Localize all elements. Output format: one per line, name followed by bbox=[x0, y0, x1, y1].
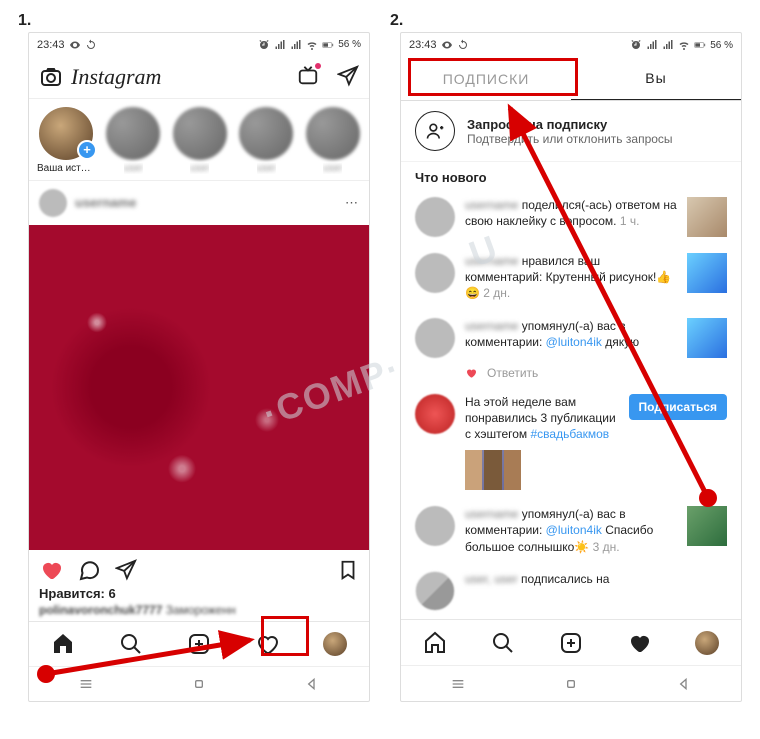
post-thumbnail[interactable] bbox=[687, 197, 727, 237]
story-item[interactable]: user bbox=[305, 107, 362, 173]
follow-requests-subtitle: Подтвердить или отклонить запросы bbox=[467, 132, 673, 146]
signal-icon bbox=[274, 39, 286, 51]
post-thumbnail[interactable] bbox=[687, 318, 727, 358]
follow-requests-row[interactable]: Запросы на подписку Подтвердить или откл… bbox=[401, 101, 741, 162]
wifi-icon bbox=[678, 39, 690, 51]
phone-feed: 23:43 56 % Instagram bbox=[28, 32, 370, 702]
user-avatar[interactable] bbox=[415, 506, 455, 546]
alarm-icon bbox=[630, 39, 642, 51]
post-author-name[interactable]: username bbox=[75, 195, 136, 210]
tab-you[interactable]: Вы bbox=[571, 57, 741, 100]
android-nav-bar bbox=[401, 665, 741, 701]
story-your-story[interactable]: Ваша истор... bbox=[37, 107, 95, 173]
bottom-nav bbox=[401, 619, 741, 665]
app-header: Instagram bbox=[29, 56, 369, 99]
user-avatar[interactable] bbox=[415, 197, 455, 237]
direct-icon[interactable] bbox=[337, 65, 359, 90]
nav-search-icon[interactable] bbox=[490, 630, 516, 656]
nav-add-icon[interactable] bbox=[558, 630, 584, 656]
android-menu-icon[interactable] bbox=[450, 676, 466, 692]
post-thumbnail-row[interactable] bbox=[465, 450, 521, 490]
share-icon[interactable] bbox=[115, 559, 137, 581]
post-author-avatar[interactable] bbox=[39, 189, 67, 217]
activity-item[interactable]: username упомянул(-а) вас в комментарии:… bbox=[401, 310, 741, 366]
add-user-icon bbox=[415, 111, 455, 151]
post-likes-count[interactable]: Нравится: 6 bbox=[29, 584, 369, 603]
post-header[interactable]: username ⋯ bbox=[29, 180, 369, 225]
signal-icon bbox=[646, 39, 658, 51]
post-actions bbox=[29, 550, 369, 584]
follow-requests-title: Запросы на подписку bbox=[467, 117, 673, 132]
post-thumbnail[interactable] bbox=[687, 506, 727, 546]
reply-label[interactable]: Ответить bbox=[487, 366, 538, 380]
nav-add-icon[interactable] bbox=[186, 631, 212, 657]
sync-icon bbox=[457, 39, 469, 51]
nav-profile-icon[interactable] bbox=[694, 630, 720, 656]
status-battery: 56 % bbox=[338, 39, 361, 50]
wifi-icon bbox=[306, 39, 318, 51]
igtv-icon[interactable] bbox=[297, 65, 319, 90]
step-label-2: 2. bbox=[390, 12, 403, 30]
status-battery: 56 % bbox=[710, 40, 733, 51]
status-time: 23:43 bbox=[409, 39, 437, 51]
activity-item[interactable]: username поделился(-ась) ответом на свою… bbox=[401, 189, 741, 245]
battery-icon bbox=[694, 39, 706, 51]
status-bar: 23:43 56 % bbox=[401, 33, 741, 57]
story-item[interactable]: user bbox=[105, 107, 162, 173]
comment-icon[interactable] bbox=[77, 558, 101, 582]
nav-search-icon[interactable] bbox=[118, 631, 144, 657]
status-time: 23:43 bbox=[37, 39, 65, 51]
bottom-nav bbox=[29, 621, 369, 666]
activity-item[interactable]: user, user подписались на bbox=[401, 563, 741, 619]
signal2-icon bbox=[290, 39, 302, 51]
camera-icon[interactable] bbox=[39, 65, 63, 89]
user-avatar[interactable] bbox=[415, 318, 455, 358]
sync-icon bbox=[85, 39, 97, 51]
android-back-icon[interactable] bbox=[676, 676, 692, 692]
activity-tabs: ПОДПИСКИ Вы bbox=[401, 57, 741, 101]
post-caption: polinavoronchuk7777 Замороженн bbox=[29, 603, 369, 621]
like-icon[interactable] bbox=[39, 558, 63, 582]
tab-following[interactable]: ПОДПИСКИ bbox=[401, 57, 571, 100]
android-back-icon[interactable] bbox=[304, 676, 320, 692]
nav-home-icon[interactable] bbox=[50, 631, 76, 657]
nav-activity-icon[interactable] bbox=[626, 630, 652, 656]
phone-activity: 23:43 56 % ПОДПИСКИ Вы Запросы на подпис… bbox=[400, 32, 742, 702]
activity-item[interactable]: username упомянул(-а) вас в комментарии:… bbox=[401, 498, 741, 563]
android-home-icon[interactable] bbox=[191, 676, 207, 692]
hashtag-avatar bbox=[415, 394, 455, 434]
android-home-icon[interactable] bbox=[563, 676, 579, 692]
android-nav-bar bbox=[29, 666, 369, 701]
status-bar: 23:43 56 % bbox=[29, 33, 369, 56]
section-whats-new: Что нового bbox=[401, 162, 741, 189]
post-thumbnail[interactable] bbox=[687, 253, 727, 293]
user-avatar[interactable] bbox=[415, 253, 455, 293]
app-logo: Instagram bbox=[71, 64, 161, 90]
story-item[interactable]: user bbox=[238, 107, 295, 173]
post-image[interactable] bbox=[29, 225, 369, 550]
story-your-label: Ваша истор... bbox=[37, 163, 95, 174]
nav-profile-icon[interactable] bbox=[322, 631, 348, 657]
suggestion-thumbs bbox=[401, 450, 741, 498]
eye-icon bbox=[69, 39, 81, 51]
eye-icon bbox=[441, 39, 453, 51]
nav-activity-icon[interactable] bbox=[254, 631, 280, 657]
nav-home-icon[interactable] bbox=[422, 630, 448, 656]
battery-icon bbox=[322, 39, 334, 51]
alarm-icon bbox=[258, 39, 270, 51]
signal2-icon bbox=[662, 39, 674, 51]
follow-button[interactable]: Подписаться bbox=[629, 394, 727, 420]
stories-row[interactable]: Ваша истор... user user user user bbox=[29, 99, 369, 179]
activity-item[interactable]: username нравился ваш комментарий: Круте… bbox=[401, 245, 741, 310]
activity-reply-row[interactable]: Ответить bbox=[401, 366, 741, 386]
story-item[interactable]: user bbox=[172, 107, 229, 173]
android-menu-icon[interactable] bbox=[78, 676, 94, 692]
user-avatar-stack[interactable] bbox=[415, 571, 455, 611]
post-more-icon[interactable]: ⋯ bbox=[345, 195, 359, 211]
notification-dot bbox=[315, 63, 321, 69]
activity-item-suggestion[interactable]: На этой неделе вам понравились 3 публика… bbox=[401, 386, 741, 451]
bookmark-icon[interactable] bbox=[337, 559, 359, 581]
step-label-1: 1. bbox=[18, 12, 31, 30]
